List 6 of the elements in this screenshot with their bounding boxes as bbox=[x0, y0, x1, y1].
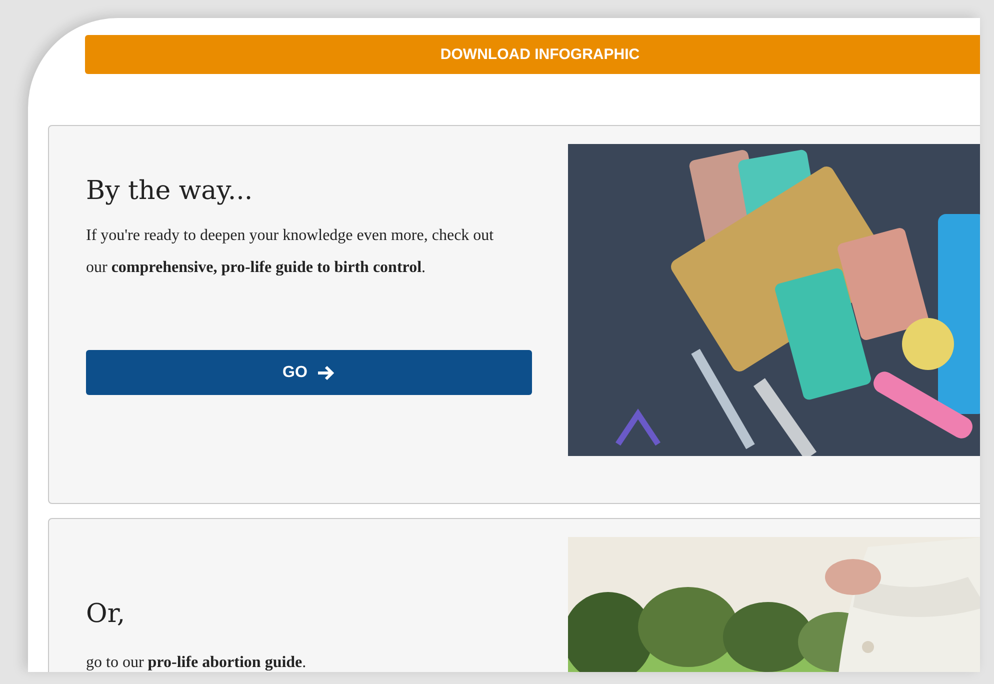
go-button[interactable]: GO bbox=[86, 350, 532, 395]
arrow-icon bbox=[317, 364, 336, 380]
card-heading: By the way... bbox=[86, 176, 254, 206]
card-heading: Or, bbox=[86, 599, 126, 629]
card-text: go to our pro-life abortion guide. bbox=[86, 653, 308, 672]
card-text: If you're ready to deepen your knowledge even more, check out our comprehensive, pro-life guide to birth control. bbox=[86, 226, 495, 278]
